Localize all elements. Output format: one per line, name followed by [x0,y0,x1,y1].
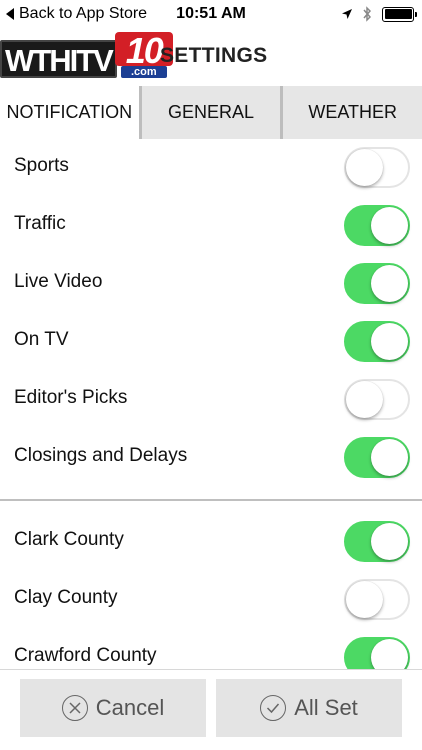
setting-label: Clark County [14,529,124,550]
setting-row-closings-and-delays: Closings and Delays [0,429,422,487]
location-arrow-icon [342,9,352,19]
toggle-knob [346,381,383,418]
setting-label: Closings and Delays [14,445,188,466]
check-circle-icon [260,695,287,721]
tab-general[interactable]: GENERAL [138,86,281,139]
setting-row-clay-county: Clay County [0,571,422,629]
station-logo: WTHITV 10 .com [0,32,173,78]
bottom-action-bar: Cancel All Set [0,669,422,750]
settings-tabs: NOTIFICATION GENERAL WEATHER [0,86,422,139]
setting-label: Crawford County [14,645,157,666]
battery-icon [382,6,417,22]
setting-label: Sports [14,155,69,176]
setting-row-traffic: Traffic [0,197,422,255]
setting-label: Live Video [14,271,103,292]
tab-weather[interactable]: WEATHER [280,86,422,139]
closings-and-delays-toggle[interactable] [344,437,410,478]
toggle-knob [346,581,383,618]
clark-county-toggle[interactable] [344,521,410,562]
traffic-toggle[interactable] [344,205,410,246]
cancel-label: Cancel [95,695,165,720]
toggle-knob [371,523,408,560]
setting-row-sports: Sports [0,139,422,197]
app-header: WTHITV 10 .com SETTINGS [0,30,422,86]
toggle-knob [371,323,408,360]
bluetooth-icon [363,6,372,22]
x-circle-icon [61,695,88,721]
setting-label: On TV [14,329,69,350]
on-tv-toggle[interactable] [344,321,410,362]
logo-wordmark: WTHITV [0,40,117,78]
toggle-knob [346,149,383,186]
setting-row-clark-county: Clark County [0,513,422,571]
toggle-knob [371,207,408,244]
setting-row-on-tv: On TV [0,313,422,371]
sports-toggle[interactable] [344,147,410,188]
section-divider [0,499,422,501]
status-icons [341,6,417,22]
setting-label: Editor's Picks [14,387,128,408]
toggle-knob [371,439,408,476]
all-set-label: All Set [294,695,358,720]
setting-label: Clay County [14,587,118,608]
setting-row-editors-picks: Editor's Picks [0,371,422,429]
all-set-button[interactable]: All Set [216,679,402,737]
setting-label: Traffic [14,213,66,234]
clay-county-toggle[interactable] [344,579,410,620]
toggle-knob [371,265,408,302]
page-title: SETTINGS [160,44,268,67]
live-video-toggle[interactable] [344,263,410,304]
tab-notification[interactable]: NOTIFICATION [0,86,139,139]
setting-row-live-video: Live Video [0,255,422,313]
cancel-button[interactable]: Cancel [20,679,206,737]
editors-picks-toggle[interactable] [344,379,410,420]
status-bar: Back to App Store 10:51 AM [0,0,422,30]
